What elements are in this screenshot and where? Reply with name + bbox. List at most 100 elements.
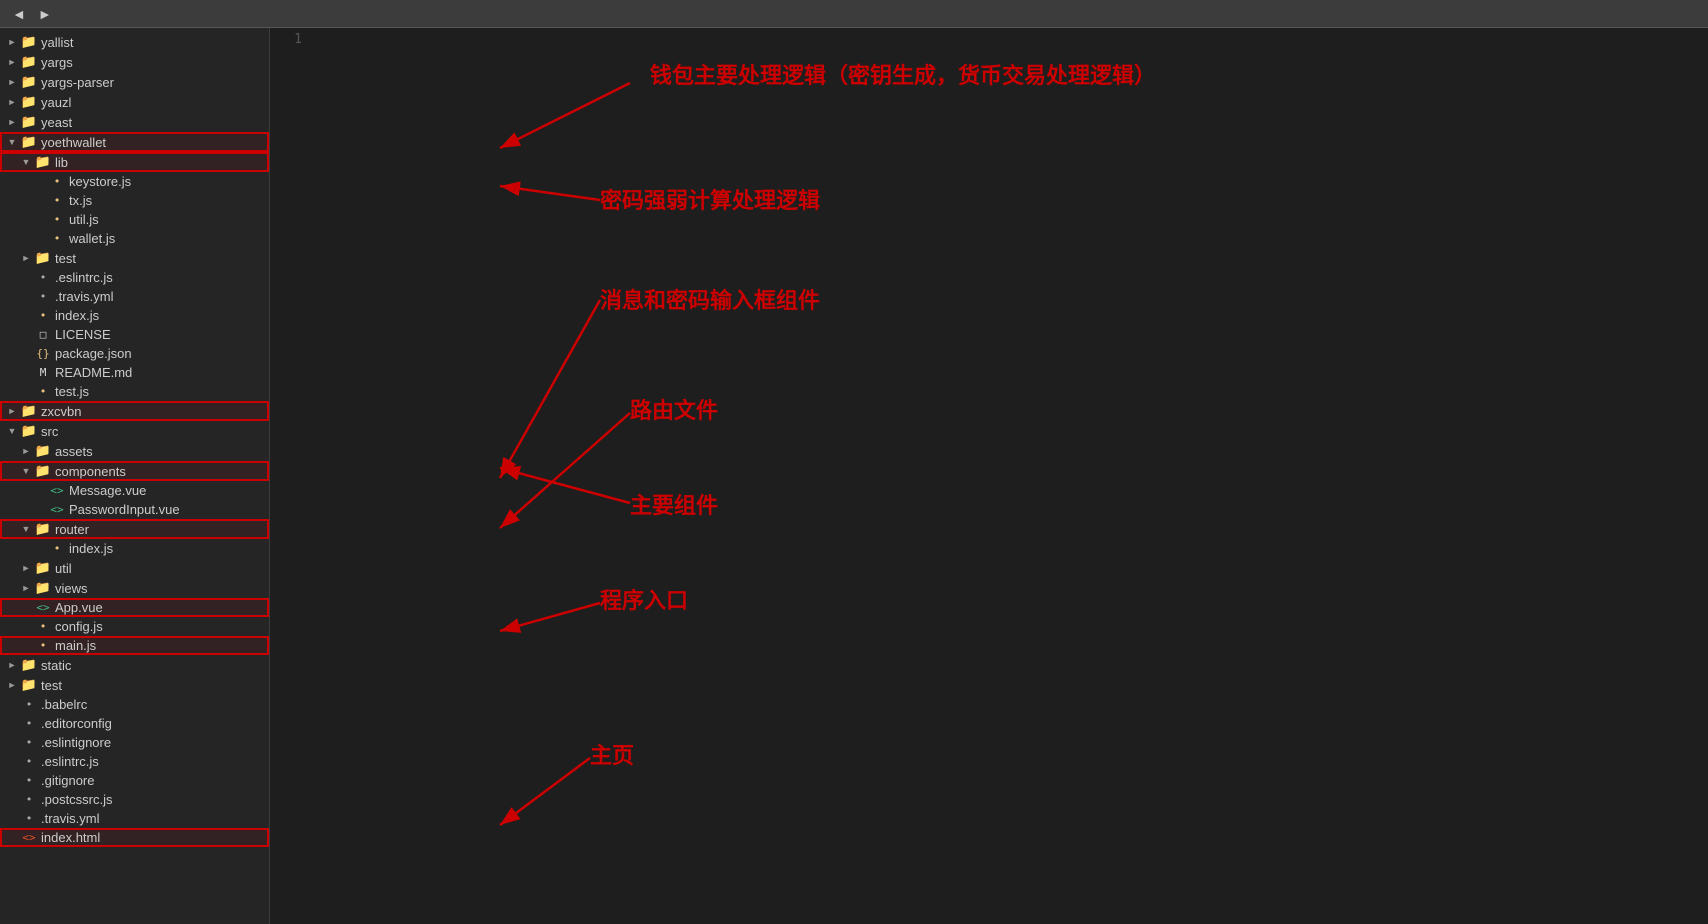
- tree-item-index.html[interactable]: <>index.html: [0, 828, 269, 847]
- tree-item-yeast[interactable]: ►📁yeast: [0, 112, 269, 132]
- tree-item-test[interactable]: ►📁test: [0, 248, 269, 268]
- tree-item-label: LICENSE: [55, 327, 269, 342]
- folder-icon: 📁: [20, 94, 38, 110]
- tree-item-config.js[interactable]: •config.js: [0, 617, 269, 636]
- nav-buttons[interactable]: ◄ ►: [8, 6, 56, 22]
- file-icon-file-js: •: [48, 194, 66, 207]
- toolbar: ◄ ►: [0, 0, 1708, 28]
- tree-item-label: yeast: [41, 115, 269, 130]
- tree-item-src[interactable]: ▼📁src: [0, 421, 269, 441]
- file-icon-file-dot: •: [20, 736, 38, 749]
- tree-item-label: .travis.yml: [55, 289, 269, 304]
- file-icon-file-js: •: [48, 213, 66, 226]
- file-icon-file-html: <>: [20, 831, 38, 844]
- tree-item-index.js[interactable]: •index.js: [0, 306, 269, 325]
- tree-item-assets[interactable]: ►📁assets: [0, 441, 269, 461]
- tree-item-.editorconfig[interactable]: •.editorconfig: [0, 714, 269, 733]
- editor-content: [310, 28, 1708, 924]
- tree-item-label: .eslintrc.js: [41, 754, 269, 769]
- tree-item-label: config.js: [55, 619, 269, 634]
- tree-item-tx.js[interactable]: •tx.js: [0, 191, 269, 210]
- tree-item-.travis.yml-root[interactable]: •.travis.yml: [0, 809, 269, 828]
- tree-item-components[interactable]: ▼📁components: [0, 461, 269, 481]
- tree-item-README.md[interactable]: MREADME.md: [0, 363, 269, 382]
- tree-item-label: PasswordInput.vue: [69, 502, 269, 517]
- tree-item-label: yargs-parser: [41, 75, 269, 90]
- folder-icon: 📁: [34, 154, 52, 170]
- main-layout: ►📁yallist►📁yargs►📁yargs-parser►📁yauzl►📁y…: [0, 28, 1708, 924]
- folder-arrow: ►: [4, 57, 20, 67]
- tree-item-util[interactable]: ►📁util: [0, 558, 269, 578]
- line-numbers: 1: [270, 28, 310, 47]
- tree-item-label: yallist: [41, 35, 269, 50]
- folder-icon: 📁: [20, 74, 38, 90]
- file-icon-file-dot: •: [20, 812, 38, 825]
- folder-icon: 📁: [20, 423, 38, 439]
- folder-icon: 📁: [20, 657, 38, 673]
- tree-item-yauzl[interactable]: ►📁yauzl: [0, 92, 269, 112]
- tree-item-App.vue[interactable]: <>App.vue: [0, 598, 269, 617]
- file-icon-file-js: •: [34, 385, 52, 398]
- tree-item-label: yoethwallet: [41, 135, 269, 150]
- tree-item-label: App.vue: [55, 600, 269, 615]
- tree-item-label: README.md: [55, 365, 269, 380]
- nav-right-button[interactable]: ►: [34, 6, 56, 22]
- tree-item-label: index.html: [41, 830, 269, 845]
- tree-item-.gitignore[interactable]: •.gitignore: [0, 771, 269, 790]
- tree-item-router[interactable]: ▼📁router: [0, 519, 269, 539]
- file-icon-file-dot: •: [20, 755, 38, 768]
- tree-item-label: yargs: [41, 55, 269, 70]
- tree-item-.eslintrc.js[interactable]: •.eslintrc.js: [0, 268, 269, 287]
- tree-item-keystore.js[interactable]: •keystore.js: [0, 172, 269, 191]
- tree-item-yargs[interactable]: ►📁yargs: [0, 52, 269, 72]
- tree-item-PasswordInput.vue[interactable]: <>PasswordInput.vue: [0, 500, 269, 519]
- sidebar[interactable]: ►📁yallist►📁yargs►📁yargs-parser►📁yauzl►📁y…: [0, 28, 270, 924]
- folder-icon: 📁: [34, 463, 52, 479]
- tree-item-label: .eslintignore: [41, 735, 269, 750]
- tree-item-yoethwallet[interactable]: ▼📁yoethwallet: [0, 132, 269, 152]
- tree-item-label: zxcvbn: [41, 404, 269, 419]
- tree-item-label: test.js: [55, 384, 269, 399]
- tree-item-yargs-parser[interactable]: ►📁yargs-parser: [0, 72, 269, 92]
- tree-item-label: router: [55, 522, 269, 537]
- tree-item-LICENSE[interactable]: □LICENSE: [0, 325, 269, 344]
- nav-left-button[interactable]: ◄: [8, 6, 30, 22]
- tree-item-main.js[interactable]: •main.js: [0, 636, 269, 655]
- tree-item-label: views: [55, 581, 269, 596]
- folder-arrow: ▼: [18, 524, 34, 534]
- tree-item-router-index.js[interactable]: •index.js: [0, 539, 269, 558]
- folder-arrow: ►: [4, 77, 20, 87]
- tree-item-test-root[interactable]: ►📁test: [0, 675, 269, 695]
- tree-item-.eslintignore[interactable]: •.eslintignore: [0, 733, 269, 752]
- folder-icon: 📁: [20, 134, 38, 150]
- tree-item-lib[interactable]: ▼📁lib: [0, 152, 269, 172]
- tree-item-yallist[interactable]: ►📁yallist: [0, 32, 269, 52]
- tree-item-label: .travis.yml: [41, 811, 269, 826]
- tree-item-label: .gitignore: [41, 773, 269, 788]
- tree-item-util.js[interactable]: •util.js: [0, 210, 269, 229]
- folder-arrow: ►: [4, 117, 20, 127]
- tree-item-static[interactable]: ►📁static: [0, 655, 269, 675]
- editor-area: 1: [270, 28, 1708, 924]
- file-icon-file-js: •: [48, 542, 66, 555]
- tree-item-label: src: [41, 424, 269, 439]
- file-icon-file-js: •: [34, 309, 52, 322]
- file-tree: ►📁yallist►📁yargs►📁yargs-parser►📁yauzl►📁y…: [0, 28, 269, 851]
- tree-item-Message.vue[interactable]: <>Message.vue: [0, 481, 269, 500]
- tree-item-package.json[interactable]: {}package.json: [0, 344, 269, 363]
- folder-arrow: ▼: [4, 426, 20, 436]
- folder-arrow: ►: [4, 37, 20, 47]
- tree-item-views[interactable]: ►📁views: [0, 578, 269, 598]
- tree-item-test.js[interactable]: •test.js: [0, 382, 269, 401]
- folder-arrow: ►: [4, 406, 20, 416]
- file-icon-file-json: {}: [34, 347, 52, 360]
- tree-item-wallet.js[interactable]: •wallet.js: [0, 229, 269, 248]
- tree-item-zxcvbn[interactable]: ►📁zxcvbn: [0, 401, 269, 421]
- tree-item-label: lib: [55, 155, 269, 170]
- tree-item-.babelrc[interactable]: •.babelrc: [0, 695, 269, 714]
- tree-item-.travis.yml[interactable]: •.travis.yml: [0, 287, 269, 306]
- folder-icon: 📁: [34, 250, 52, 266]
- tree-item-.eslintrc.js-root[interactable]: •.eslintrc.js: [0, 752, 269, 771]
- tree-item-.postcssrc.js[interactable]: •.postcssrc.js: [0, 790, 269, 809]
- folder-arrow: ►: [18, 563, 34, 573]
